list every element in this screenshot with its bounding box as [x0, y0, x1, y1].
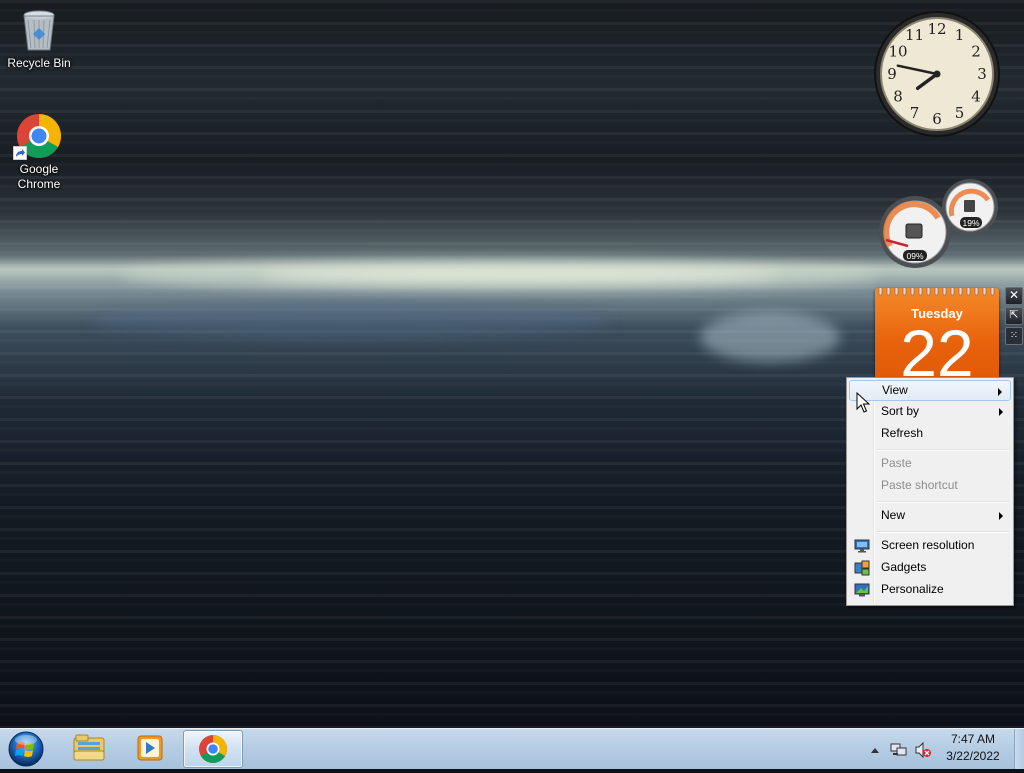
clock-numeral: 8 — [893, 88, 903, 106]
submenu-arrow-icon — [999, 408, 1003, 416]
menu-item-new[interactable]: New — [849, 505, 1011, 526]
desktop-icon-label: Google Chrome — [17, 162, 61, 191]
tray-date: 3/22/2022 — [946, 749, 1000, 763]
menu-separator — [877, 449, 1009, 451]
menu-item-sort-by[interactable]: Sort by — [849, 401, 1011, 422]
menu-item-paste-shortcut: Paste shortcut — [849, 475, 1011, 496]
cpu-percent: 09% — [906, 251, 923, 261]
taskbar: 7:47 AM 3/22/2022 — [0, 728, 1024, 769]
menu-separator — [877, 531, 1009, 533]
menu-item-view[interactable]: View — [849, 380, 1011, 401]
recycle-bin-icon — [15, 6, 63, 54]
mouse-cursor-icon — [856, 392, 870, 413]
menu-item-personalize[interactable]: Personalize — [849, 579, 1011, 600]
taskbar-explorer-button[interactable] — [60, 730, 118, 766]
taskbar-media-player-button[interactable] — [121, 730, 179, 766]
desktop-icon-google-chrome[interactable]: Google Chrome — [1, 112, 77, 192]
clock-numeral: 5 — [955, 104, 965, 122]
wallpaper-streak — [260, 268, 780, 282]
desktop[interactable]: Recycle Bin Google Chrome 12 1 2 3 4 5 6 7 8 9 10 1… — [0, 0, 1024, 728]
gadget-resize-icon[interactable]: ⇱ — [1005, 307, 1023, 325]
clock-numeral: 3 — [977, 65, 987, 83]
submenu-arrow-icon — [998, 388, 1002, 396]
chrome-icon — [199, 735, 227, 763]
file-explorer-icon — [73, 734, 105, 761]
desktop-icon-recycle-bin[interactable]: Recycle Bin — [1, 6, 77, 71]
menu-item-screen-resolution[interactable]: Screen resolution — [849, 535, 1011, 556]
menu-separator — [877, 501, 1009, 503]
calendar-date: 22 — [900, 316, 974, 380]
clock-numeral: 11 — [905, 26, 924, 44]
tray-time: 7:47 AM — [950, 732, 996, 746]
clock-numeral: 2 — [971, 43, 981, 61]
clock-numeral: 6 — [932, 110, 942, 128]
calendar-binding-rings — [878, 288, 995, 296]
gadget-drag-grip-icon[interactable]: ⁙ — [1005, 327, 1023, 345]
volume-muted-icon[interactable] — [914, 741, 932, 759]
wallpaper-streak — [90, 300, 610, 340]
clock-numeral: 9 — [887, 65, 897, 83]
menu-item-label: Gadgets — [881, 560, 927, 574]
start-orb-icon — [8, 731, 44, 767]
clock-numeral: 12 — [927, 20, 946, 38]
desktop-icon-label: Recycle Bin — [7, 56, 71, 70]
clock-numeral: 4 — [971, 88, 981, 106]
tray-clock[interactable]: 7:47 AM 3/22/2022 — [938, 731, 1008, 765]
show-desktop-button[interactable] — [1014, 729, 1024, 769]
menu-item-label: Paste shortcut — [881, 478, 958, 492]
desktop-context-menu: View Sort by Refresh Paste Paste shortcu… — [846, 377, 1014, 606]
clock-numeral: 1 — [955, 26, 965, 44]
gadget-close-icon[interactable]: ✕ — [1005, 287, 1023, 305]
clock-numeral: 10 — [888, 43, 907, 61]
menu-item-label: New — [881, 508, 906, 522]
memory-percent: 19% — [962, 218, 979, 228]
menu-item-label: Paste — [881, 456, 912, 470]
display-icon — [854, 539, 870, 553]
start-button[interactable] — [4, 730, 48, 768]
wallpaper-streak — [700, 312, 840, 362]
network-icon[interactable] — [890, 741, 908, 759]
submenu-arrow-icon — [999, 512, 1003, 520]
media-player-icon — [137, 735, 163, 761]
personalize-icon — [854, 583, 870, 597]
menu-item-paste: Paste — [849, 453, 1011, 474]
menu-item-label: Personalize — [881, 582, 944, 596]
cpu-meter-gadget[interactable]: 19% 09% — [872, 176, 1002, 268]
clock-numeral: 7 — [910, 104, 920, 122]
menu-item-refresh[interactable]: Refresh — [849, 423, 1011, 444]
menu-item-label: Sort by — [881, 404, 920, 418]
clock-gadget[interactable]: 12 1 2 3 4 5 6 7 8 9 10 11 — [873, 10, 1001, 138]
menu-item-label: Screen resolution — [881, 538, 975, 552]
calendar-gadget[interactable]: Tuesday 22 — [875, 288, 999, 380]
gadgets-icon — [854, 560, 870, 576]
chrome-icon — [13, 112, 63, 160]
menu-item-gadgets[interactable]: Gadgets — [849, 557, 1011, 578]
show-hidden-icons-arrow[interactable] — [870, 746, 880, 754]
shortcut-arrow-icon — [13, 146, 27, 160]
menu-item-label: View — [882, 383, 908, 397]
taskbar-chrome-button[interactable] — [183, 730, 243, 768]
menu-item-label: Refresh — [881, 426, 924, 440]
